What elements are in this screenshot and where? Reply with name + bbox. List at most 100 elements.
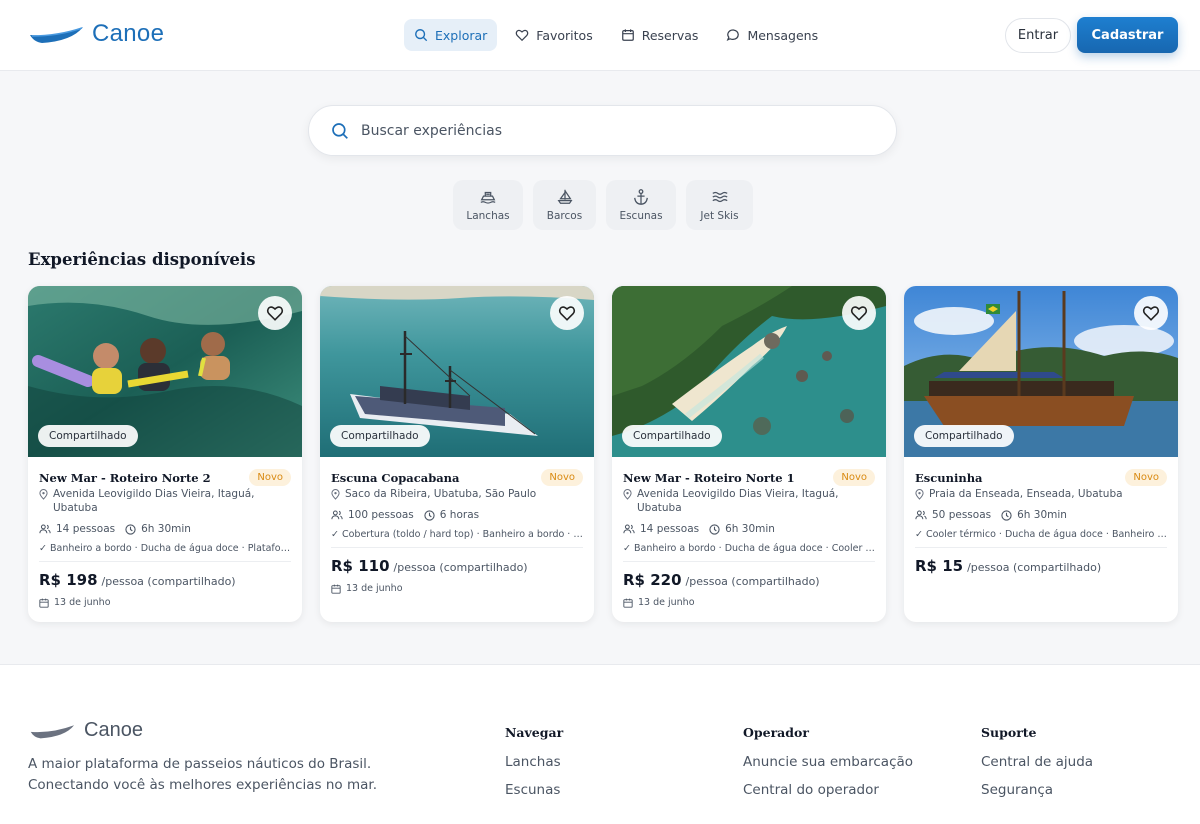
card-photo[interactable]: Compartilhado (904, 286, 1178, 457)
nav-explorar[interactable]: Explorar (404, 19, 498, 51)
main-nav: Explorar Favoritos Reservas Mensagens (404, 19, 828, 51)
category-escunas[interactable]: Escunas (606, 180, 676, 230)
category-label: Lanchas (466, 210, 510, 222)
duration: 6h 30min (725, 523, 775, 535)
card-price: R$ 110 /pessoa (compartilhado) (331, 557, 583, 575)
clock-icon (424, 509, 435, 521)
price-unit: /pessoa (compartilhado) (967, 561, 1102, 574)
card-location: Praia da Enseada, Enseada, Ubatuba (915, 487, 1167, 501)
card-location: Avenida Leovigildo Dias Vieira, Itaguá, … (39, 487, 291, 515)
footer-link[interactable]: Central do operador (743, 782, 913, 798)
footer-link[interactable]: Anuncie sua embarcação (743, 754, 913, 770)
new-badge: Novo (541, 469, 583, 486)
shared-tag: Compartilhado (330, 425, 430, 447)
favorite-button[interactable] (550, 296, 584, 330)
canoe-logo-icon (30, 724, 75, 738)
footer-logo[interactable]: Canoe (28, 719, 143, 742)
brand-logo[interactable]: Canoe (28, 20, 164, 48)
favorite-button[interactable] (842, 296, 876, 330)
card-photo[interactable]: Compartilhado (320, 286, 594, 457)
card-title: New Mar - Roteiro Norte 2 (39, 471, 211, 485)
price-value: R$ 110 (331, 557, 390, 575)
card-title: Escuninha (915, 471, 983, 485)
footer-col-navegar: Navegar Lanchas Escunas (505, 725, 563, 810)
shared-tag: Compartilhado (622, 425, 722, 447)
capacity: 14 pessoas (56, 523, 116, 535)
duration: 6h 30min (141, 523, 191, 535)
favorite-button[interactable] (1134, 296, 1168, 330)
search-bar[interactable] (308, 105, 897, 156)
new-badge: Novo (1125, 469, 1167, 486)
clock-icon (1001, 509, 1012, 521)
price-unit: /pessoa (compartilhado) (393, 561, 528, 574)
site-footer: Canoe A maior plataforma de passeios náu… (0, 664, 1200, 824)
nav-label: Favoritos (536, 27, 593, 43)
experience-list: Compartilhado New Mar - Roteiro Norte 2 … (28, 286, 1178, 622)
card-photo[interactable]: Compartilhado (28, 286, 302, 457)
category-filters: Lanchas Barcos Escunas Jet Skis (453, 180, 753, 230)
experience-card[interactable]: Compartilhado New Mar - Roteiro Norte 2 … (28, 286, 302, 622)
calendar-icon (623, 598, 633, 608)
footer-col-title: Operador (743, 725, 809, 740)
search-icon (332, 122, 348, 139)
card-date: 13 de junho (39, 597, 291, 608)
section-title: Experiências disponíveis (28, 250, 256, 269)
people-icon (39, 524, 51, 534)
card-title: New Mar - Roteiro Norte 1 (623, 471, 795, 485)
price-value: R$ 15 (915, 557, 964, 575)
nav-reservas[interactable]: Reservas (611, 19, 709, 51)
new-badge: Novo (833, 469, 875, 486)
heart-icon (515, 29, 529, 42)
experience-card[interactable]: Compartilhado New Mar - Roteiro Norte 1 … (612, 286, 886, 622)
chat-icon (727, 29, 740, 42)
category-barcos[interactable]: Barcos (533, 180, 596, 230)
calendar-icon (331, 584, 341, 594)
favorite-button[interactable] (258, 296, 292, 330)
amenities: ✓ Cobertura (toldo / hard top) · Banheir… (331, 529, 583, 548)
nav-label: Reservas (641, 27, 699, 43)
card-price: R$ 220 /pessoa (compartilhado) (623, 571, 875, 589)
card-price: R$ 198 /pessoa (compartilhado) (39, 571, 291, 589)
footer-link[interactable]: Escunas (505, 782, 563, 798)
category-lanchas[interactable]: Lanchas (453, 180, 523, 230)
capacity: 14 pessoas (640, 523, 700, 535)
location-text: Avenida Leovigildo Dias Vieira, Itaguá, … (53, 488, 255, 514)
price-value: R$ 198 (39, 571, 98, 589)
category-jetskis[interactable]: Jet Skis (686, 180, 753, 230)
nav-favoritos[interactable]: Favoritos (505, 19, 602, 51)
login-button[interactable]: Entrar (1005, 18, 1071, 53)
card-meta: 50 pessoas 6h 30min (915, 509, 1167, 521)
nav-mensagens[interactable]: Mensagens (716, 19, 828, 51)
search-icon (415, 29, 428, 42)
footer-link[interactable]: Lanchas (505, 754, 563, 770)
experience-card[interactable]: Compartilhado Escuninha Novo Praia da En… (904, 286, 1178, 622)
location-text: Praia da Enseada, Enseada, Ubatuba (929, 488, 1123, 500)
card-location: Saco da Ribeira, Ubatuba, São Paulo (331, 487, 583, 501)
nav-label: Mensagens (747, 27, 819, 43)
clock-icon (709, 523, 720, 535)
footer-link[interactable]: Segurança (981, 782, 1093, 798)
amenities: ✓ Banheiro a bordo · Ducha de água doce … (39, 543, 291, 562)
heart-icon (1142, 306, 1160, 321)
calendar-icon (39, 598, 49, 608)
location-pin-icon (915, 489, 924, 500)
price-unit: /pessoa (compartilhado) (101, 575, 236, 588)
category-label: Barcos (546, 210, 583, 222)
signup-button[interactable]: Cadastrar (1077, 17, 1178, 53)
date-text: 13 de junho (638, 597, 695, 608)
heart-icon (558, 306, 576, 321)
amenities: ✓ Banheiro a bordo · Ducha de água doce … (623, 543, 875, 562)
card-photo[interactable]: Compartilhado (612, 286, 886, 457)
footer-description: A maior plataforma de passeios náuticos … (28, 756, 377, 793)
footer-col-operador: Operador Anuncie sua embarcação Central … (743, 725, 913, 810)
search-input[interactable] (361, 122, 841, 139)
brand-name: Canoe (92, 20, 165, 47)
heart-icon (850, 306, 868, 321)
waves-icon (711, 191, 728, 203)
footer-col-suporte: Suporte Central de ajuda Segurança (981, 725, 1093, 810)
footer-link[interactable]: Central de ajuda (981, 754, 1093, 770)
location-pin-icon (623, 489, 632, 500)
experience-card[interactable]: Compartilhado Escuna Copacabana Novo Sac… (320, 286, 594, 622)
card-date: 13 de junho (623, 597, 875, 608)
date-text: 13 de junho (346, 583, 403, 594)
